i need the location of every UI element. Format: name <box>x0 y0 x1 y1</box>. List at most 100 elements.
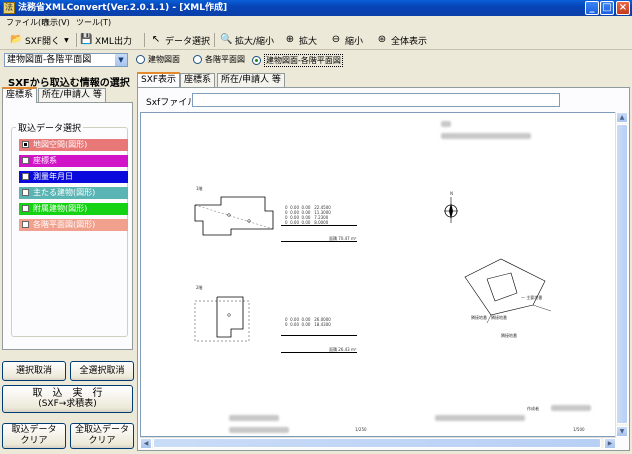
horizontal-scrollbar[interactable]: ◀ ▶ <box>140 437 616 449</box>
maximize-button[interactable]: □ <box>600 1 614 15</box>
sxf-open-button[interactable]: 📂 SXF開く ▼ <box>10 32 69 48</box>
scroll-up-icon[interactable]: ▲ <box>616 112 628 123</box>
zoom-in-button[interactable]: ⊕ 拡大 <box>284 32 317 48</box>
table-rule <box>281 225 357 226</box>
option-floor-plan[interactable]: 各階平面図(図形) <box>19 219 128 231</box>
site-label: 隣接地番 隣接地番 <box>471 315 507 320</box>
folder-open-icon: 📂 <box>10 34 23 45</box>
show-all-button[interactable]: ⊛ 全体表示 <box>376 32 427 48</box>
import-execute-button[interactable]: 取 込 実 行 (SXF→求積表) <box>2 385 133 413</box>
checkbox[interactable] <box>22 157 29 164</box>
clear-import-label: 取込データ <box>11 425 57 435</box>
radio-building[interactable]: 建物図面 <box>136 54 180 65</box>
sxf-file-field[interactable] <box>192 93 560 107</box>
option-label: 各階平面図(図形) <box>33 220 96 229</box>
drawing-type-combo[interactable]: 建物図面-各階平面図 ▼ <box>4 53 128 67</box>
zoom-out-button[interactable]: ⊖ 縮小 <box>330 32 363 48</box>
cursor-arrow-icon: ↖ <box>151 34 161 45</box>
table-rule <box>281 241 357 242</box>
app-icon: 法 <box>3 2 15 14</box>
site-plan <box>464 258 552 324</box>
tab-sxf-view[interactable]: SXF表示 <box>137 72 181 87</box>
blurred-text <box>441 133 531 139</box>
radio-both-label: 建物図面-各階平面図 <box>264 54 343 67</box>
tab-location-right[interactable]: 所在/申請人 等 <box>217 73 285 87</box>
data-select-label: データ選択 <box>165 36 211 47</box>
checkbox[interactable] <box>22 173 29 180</box>
sxf-open-label: SXF開く <box>25 36 61 47</box>
author-label: 作成者 <box>527 406 539 411</box>
zoom-toggle-button[interactable]: 🔍 拡大/縮小 <box>220 32 274 48</box>
checkbox[interactable] <box>22 189 29 196</box>
sxf-file-label: Sxfファイル <box>146 98 197 108</box>
checkbox[interactable] <box>22 141 29 148</box>
menu-view[interactable]: 表示(V) <box>42 17 70 29</box>
import-execute-sublabel: (SXF→求積表) <box>38 399 97 409</box>
option-label: 地図空間(図形) <box>33 140 88 149</box>
xml-output-label: XML出力 <box>95 36 132 47</box>
building1-plan <box>194 196 274 236</box>
radio-both[interactable]: 建物図面-各階平面図 <box>252 54 343 67</box>
clear-import-data-button[interactable]: 取込データ クリア <box>2 423 66 449</box>
checkbox[interactable] <box>22 205 29 212</box>
blurred-text <box>551 405 591 411</box>
option-coords[interactable]: 座標系 <box>19 155 128 167</box>
option-label: 附属建物(図形) <box>33 204 88 213</box>
tab-location[interactable]: 所在/申請人 等 <box>38 88 106 103</box>
chevron-down-icon[interactable]: ▼ <box>64 37 69 44</box>
vertical-scrollbar[interactable]: ▲ ▼ <box>615 112 628 437</box>
toolbar-separator <box>144 33 145 47</box>
option-map-space[interactable]: 地図空間(図形) <box>19 139 128 151</box>
drawing-type-row: 建物図面-各階平面図 ▼ 建物図面 各階平面図 建物図面-各階平面図 <box>0 51 632 69</box>
blurred-text <box>435 415 525 421</box>
north-arrow-icon <box>444 197 458 223</box>
deselect-button[interactable]: 選択取消 <box>2 361 66 381</box>
radio-floor[interactable]: 各階平面図 <box>193 54 245 65</box>
show-all-label: 全体表示 <box>391 36 428 47</box>
deselect-all-button[interactable]: 全選択取消 <box>70 361 134 381</box>
table-rule <box>281 352 357 353</box>
menu-bar: ファイル(F) 表示(V) ツール(T) <box>0 16 632 30</box>
building2-plan <box>194 296 250 342</box>
scale-right: 1/500 <box>573 427 585 432</box>
zoom-fit-icon: ⊛ <box>377 34 387 45</box>
option-annex-building[interactable]: 附属建物(図形) <box>19 203 128 215</box>
scroll-down-icon[interactable]: ▼ <box>616 426 628 437</box>
scroll-thumb-vertical[interactable] <box>616 124 628 424</box>
chevron-down-icon[interactable]: ▼ <box>115 54 127 66</box>
blurred-text <box>229 415 279 421</box>
radio-dot <box>193 55 202 64</box>
checkbox[interactable] <box>22 221 29 228</box>
magnifier-icon: 🔍 <box>220 34 233 45</box>
scroll-thumb-horizontal[interactable] <box>153 438 601 448</box>
zoom-out-icon: ⊖ <box>331 34 341 45</box>
xml-output-button[interactable]: 💾 XML出力 <box>80 32 132 48</box>
drawing-canvas[interactable]: 1階 0 0.00 0.00 22.4500 0 0.00 0.00 11.300… <box>140 112 616 437</box>
clear-all-import-data-button[interactable]: 全取込データ クリア <box>70 423 134 449</box>
clear-import-sublabel: クリア <box>20 436 48 446</box>
radio-dot <box>136 55 145 64</box>
option-survey-date[interactable]: 測量年月日 <box>19 171 128 183</box>
toolbar: 📂 SXF開く ▼ 💾 XML出力 ↖ データ選択 🔍 拡大/縮小 ⊕ 拡大 ⊖… <box>0 30 632 50</box>
clear-all-label: 全取込データ <box>74 425 129 435</box>
scale-left: 1/250 <box>355 427 367 432</box>
clear-all-sublabel: クリア <box>88 436 116 446</box>
menu-tools[interactable]: ツール(T) <box>76 17 111 29</box>
zoom-in-label: 拡大 <box>299 36 318 47</box>
option-main-building[interactable]: 主たる建物(図形) <box>19 187 128 199</box>
data-select-button[interactable]: ↖ データ選択 <box>150 32 210 48</box>
sxf-view-panel: Sxfファイル 1階 0 0.00 0.00 22.4500 0 0.00 0.0… <box>137 87 630 451</box>
close-button[interactable]: × <box>616 1 630 15</box>
scroll-left-icon[interactable]: ◀ <box>140 438 152 449</box>
site-label: 隣接地番 <box>501 333 517 338</box>
building2-coords: 0 0.00 0.00 26.0000 0 0.00 0.00 18.4300 <box>285 317 331 327</box>
zoom-toggle-label: 拡大/縮小 <box>235 36 275 47</box>
table-rule <box>281 335 357 336</box>
tab-coords-right[interactable]: 座標系 <box>180 73 216 87</box>
blurred-text <box>229 427 289 433</box>
drawing-type-value: 建物図面-各階平面図 <box>7 55 92 65</box>
tab-coords[interactable]: 座標系 <box>2 87 38 103</box>
window-title: 法務省XMLConvert(Ver.2.0.1.1) - [XML作成] <box>18 3 228 13</box>
minimize-button[interactable]: _ <box>585 1 599 15</box>
scroll-right-icon[interactable]: ▶ <box>604 438 616 449</box>
